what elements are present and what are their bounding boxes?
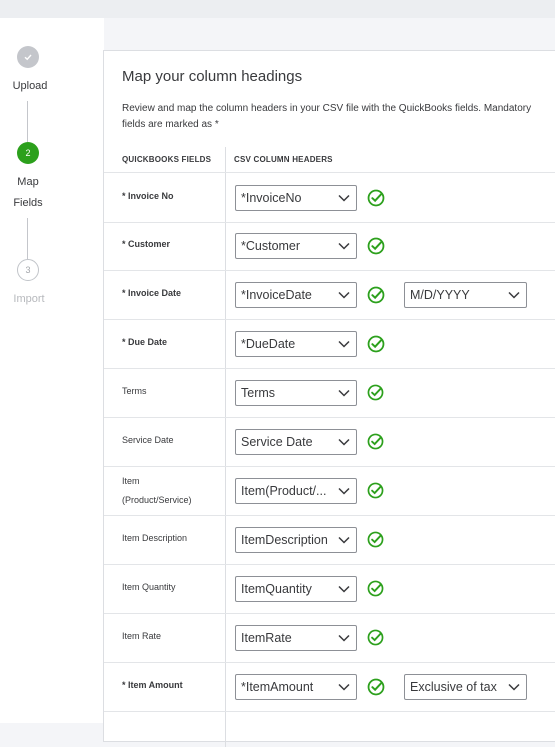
quickbooks-field-label: Service Date xyxy=(122,435,174,445)
quickbooks-field-label: * Due Date xyxy=(122,337,168,347)
mapped-check-icon xyxy=(367,678,385,701)
dropdown-value: *InvoiceDate xyxy=(241,288,312,302)
field-label-line: Item xyxy=(122,476,140,486)
import-stepper: Upload 2 Map Fields 3 Import xyxy=(0,18,104,723)
quickbooks-field-label: * Invoice Date xyxy=(122,288,182,298)
field-mapping-row: Terms Terms xyxy=(104,368,555,418)
field-mapping-row: Item Description ItemDescription xyxy=(104,515,555,565)
field-mapping-row: * Due Date *DueDate xyxy=(104,319,555,369)
mapped-check-icon xyxy=(367,237,385,260)
format-dropdown[interactable]: M/D/YYYY xyxy=(404,282,527,308)
csv-column-dropdown[interactable]: *InvoiceNo xyxy=(235,185,357,211)
step-import-indicator: 3 xyxy=(17,259,39,281)
quickbooks-field-label: Item Description xyxy=(122,533,188,543)
format-dropdown[interactable]: Exclusive of tax xyxy=(404,674,527,700)
top-bar xyxy=(0,0,555,18)
csv-column-dropdown[interactable]: Item(Product/... xyxy=(235,478,357,504)
field-mapping-row: Item Quantity ItemQuantity xyxy=(104,564,555,614)
map-fields-panel: Map your column headings Review and map … xyxy=(103,50,555,747)
mapped-check-icon xyxy=(367,580,384,602)
step-import-label: Import xyxy=(13,293,45,305)
dropdown-value: Exclusive of tax xyxy=(410,680,497,694)
field-mapping-row: * Invoice No *InvoiceNo xyxy=(104,172,555,223)
quickbooks-field-label: Item Rate xyxy=(122,631,162,641)
field-mapping-row: * Item Amount *ItemAmount Exclusive of tax xyxy=(104,662,555,712)
field-mapping-row: * Customer *Customer xyxy=(104,221,555,271)
step-fields-label: Fields xyxy=(13,197,43,209)
column-header-csv-headers: CSV COLUMN HEADERS xyxy=(234,155,333,164)
dropdown-value: ItemDescription xyxy=(241,533,328,547)
step-connector xyxy=(27,218,28,259)
step-connector xyxy=(27,101,28,142)
mapped-check-icon xyxy=(367,384,384,406)
dropdown-value: Item(Product/... xyxy=(241,484,327,498)
page-title: Map your column headings xyxy=(122,68,303,85)
csv-column-dropdown[interactable]: Service Date xyxy=(235,429,357,455)
dropdown-value: Terms xyxy=(241,386,276,400)
mapped-check-icon xyxy=(367,286,385,309)
quickbooks-field-label: * Customer xyxy=(122,239,171,249)
csv-column-dropdown[interactable]: *InvoiceDate xyxy=(235,282,357,308)
csv-column-dropdown[interactable]: *Customer xyxy=(235,233,357,259)
quickbooks-field-label: Item (Product/Service) xyxy=(122,472,192,510)
csv-column-dropdown[interactable]: ItemRate xyxy=(235,625,357,651)
field-label-line: (Product/Service) xyxy=(122,495,192,505)
dropdown-value: *DueDate xyxy=(241,337,296,351)
field-mapping-row: Item Rate ItemRate xyxy=(104,613,555,663)
dropdown-value: Service Date xyxy=(241,435,313,449)
mapped-check-icon xyxy=(367,531,384,553)
step-map-fields-indicator: 2 xyxy=(17,142,39,164)
dropdown-value: *ItemAmount xyxy=(241,680,314,694)
mapped-check-icon xyxy=(367,189,385,212)
dropdown-value: *InvoiceNo xyxy=(241,191,302,205)
csv-column-dropdown[interactable]: *DueDate xyxy=(235,331,357,357)
csv-column-dropdown[interactable]: *ItemAmount xyxy=(235,674,357,700)
mapped-check-icon xyxy=(367,482,384,504)
dropdown-value: *Customer xyxy=(241,239,301,253)
step-map-label: Map xyxy=(17,176,39,188)
csv-column-dropdown[interactable]: Terms xyxy=(235,380,357,406)
mapped-check-icon xyxy=(367,433,384,455)
dropdown-value: ItemQuantity xyxy=(241,582,312,596)
column-header-quickbooks-fields: QUICKBOOKS FIELDS xyxy=(122,155,212,164)
step-upload-label: Upload xyxy=(12,80,48,92)
dropdown-value: ItemRate xyxy=(241,631,292,645)
mapped-check-icon xyxy=(367,335,385,358)
page-description: Review and map the column headers in you… xyxy=(122,103,532,130)
step-upload-complete-icon xyxy=(17,46,39,68)
field-mapping-row: * Invoice Date *InvoiceDate M/D/YYYY xyxy=(104,270,555,320)
csv-column-dropdown[interactable]: ItemDescription xyxy=(235,527,357,553)
quickbooks-field-label: * Invoice No xyxy=(122,191,174,201)
quickbooks-field-label: Item Quantity xyxy=(122,582,176,592)
csv-column-dropdown[interactable]: ItemQuantity xyxy=(235,576,357,602)
dropdown-value: M/D/YYYY xyxy=(410,288,470,302)
mapped-check-icon xyxy=(367,629,384,651)
field-mapping-row: Item (Product/Service) Item(Product/... xyxy=(104,466,555,516)
quickbooks-field-label: * Item Amount xyxy=(122,680,183,690)
field-mapping-row: Service Date Service Date xyxy=(104,417,555,467)
quickbooks-field-label: Terms xyxy=(122,386,147,396)
